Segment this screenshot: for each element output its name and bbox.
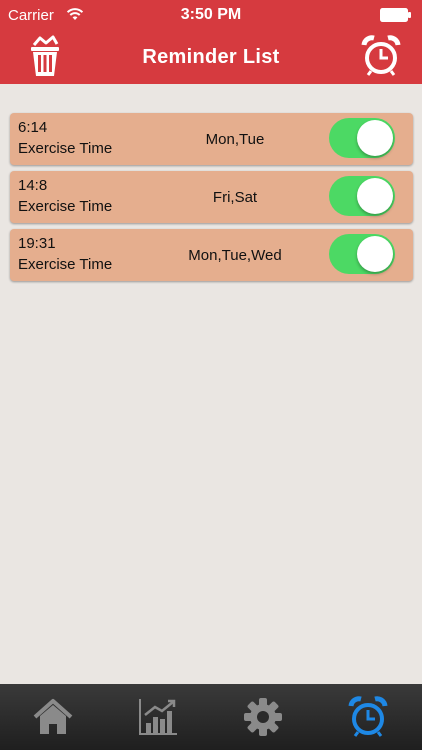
reminder-label: Exercise Time — [18, 256, 113, 273]
alarm-clock-icon — [361, 35, 401, 76]
toggle-knob — [357, 120, 393, 156]
alarm-clock-icon — [348, 696, 387, 737]
tab-bar — [0, 684, 422, 750]
status-time: 3:50 PM — [180, 6, 242, 23]
battery-icon — [380, 8, 411, 22]
header: Carrier 3:50 PM Reminder List — [0, 0, 422, 84]
add-alarm-button[interactable] — [360, 35, 402, 77]
reminder-time: 14:8 — [18, 177, 48, 194]
tab-statistics[interactable] — [105, 684, 210, 750]
tab-reminders[interactable] — [315, 684, 420, 750]
status-bar: Carrier 3:50 PM — [0, 0, 422, 30]
reminder-row[interactable]: 14:8 Exercise Time Fri,Sat — [10, 171, 413, 223]
reminder-row[interactable]: 6:14 Exercise Time Mon,Tue — [10, 113, 413, 165]
reminder-toggle[interactable] — [329, 176, 395, 216]
reminder-label: Exercise Time — [18, 140, 113, 157]
reminder-list: 6:14 Exercise Time Mon,Tue 14:8 Exercise… — [10, 113, 413, 287]
reminder-days: Fri,Sat — [212, 189, 258, 206]
reminder-toggle[interactable] — [329, 234, 395, 274]
reminder-time: 6:14 — [18, 119, 48, 136]
reminder-days: Mon,Tue — [205, 131, 265, 148]
reminder-row[interactable]: 19:31 Exercise Time Mon,Tue,Wed — [10, 229, 413, 281]
toggle-knob — [357, 236, 393, 272]
reminder-days: Mon,Tue,Wed — [188, 247, 282, 264]
reminder-label: Exercise Time — [18, 198, 113, 215]
home-icon — [33, 699, 72, 734]
page-title: Reminder List — [142, 46, 280, 68]
tab-home[interactable] — [0, 684, 105, 750]
reminder-time: 19:31 — [18, 235, 56, 252]
reminder-toggle[interactable] — [329, 118, 395, 158]
gear-icon — [243, 698, 282, 736]
chart-icon — [138, 699, 177, 735]
tab-settings[interactable] — [210, 684, 315, 750]
toggle-knob — [357, 178, 393, 214]
